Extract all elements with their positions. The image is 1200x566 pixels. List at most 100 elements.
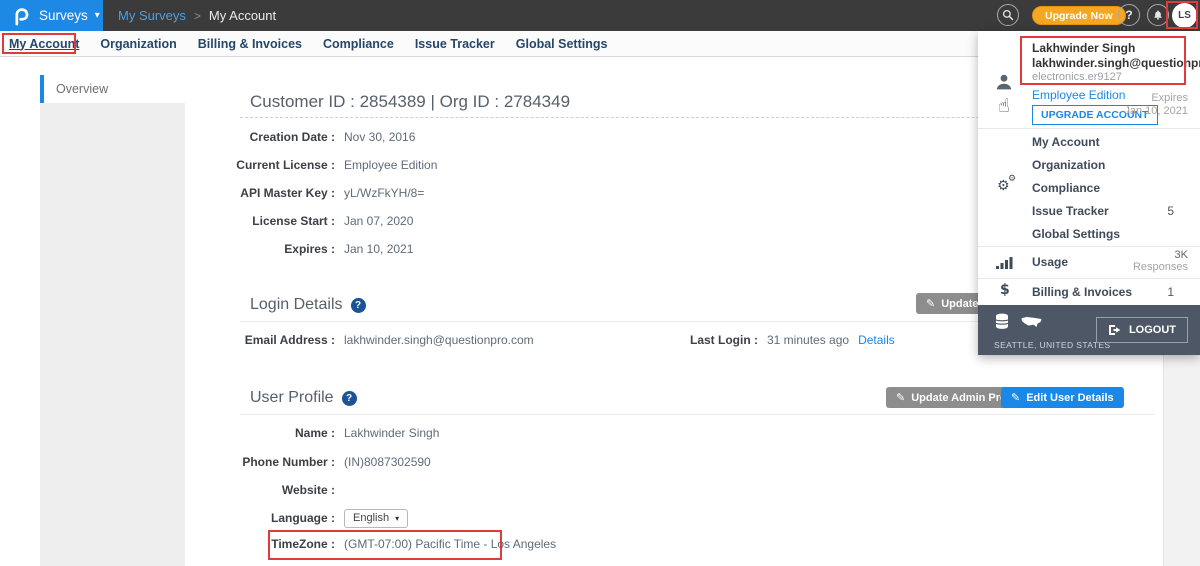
dropdown-item-issue-tracker[interactable]: Issue Tracker 5 <box>978 200 1200 223</box>
logout-icon <box>1108 324 1122 336</box>
chevron-down-icon: ▾ <box>95 10 100 21</box>
field-value: yL/WzFkYH/8= <box>344 186 424 200</box>
dropdown-user-email: lakhwinder.singh@questionpro.com <box>1032 56 1200 70</box>
sidebar-item-overview[interactable]: Overview <box>40 75 185 103</box>
dropdown-item-compliance[interactable]: ⚙ ⚙ Compliance <box>978 177 1200 200</box>
dropdown-item-my-account[interactable]: My Account <box>978 131 1200 154</box>
field-label: API Master Key : <box>185 186 335 200</box>
notifications-button[interactable] <box>1147 4 1169 26</box>
menu-label: Global Settings <box>1032 227 1120 241</box>
nav-tab-organization[interactable]: Organization <box>100 37 176 51</box>
dropdown-divider <box>978 128 1200 129</box>
bar-chart-icon <box>996 255 1014 269</box>
profile-field-row: Name : Lakhwinder Singh <box>185 426 439 440</box>
field-value: Jan 10, 2021 <box>344 242 413 256</box>
field-value: lakhwinder.singh@questionpro.com <box>344 333 534 347</box>
mouse-hand-cursor-icon: ☝ <box>998 95 1010 117</box>
user-avatar[interactable]: LS <box>1172 3 1197 28</box>
breadcrumb-current: My Account <box>209 8 276 23</box>
email-row: Email Address : lakhwinder.singh@questio… <box>185 333 534 347</box>
menu-label: My Account <box>1032 135 1100 149</box>
edit-user-details-button[interactable]: ✎ Edit User Details <box>1001 387 1124 408</box>
edition-link[interactable]: Employee Edition <box>1032 88 1125 102</box>
search-icon <box>1002 9 1014 21</box>
top-bar: Surveys ▾ My Surveys > My Account Upgrad… <box>0 0 1200 31</box>
timezone-row: TimeZone : (GMT-07:00) Pacific Time - Lo… <box>185 537 556 551</box>
database-icon <box>994 313 1010 330</box>
logout-button[interactable]: LOGOUT <box>1096 317 1188 343</box>
language-select[interactable]: English ▾ <box>344 509 408 528</box>
field-label: Creation Date : <box>185 130 335 144</box>
field-value: Employee Edition <box>344 158 437 172</box>
field-value: Jan 07, 2020 <box>344 214 413 228</box>
dropdown-user-name: Lakhwinder Singh <box>1032 41 1135 55</box>
field-label: License Start : <box>185 214 335 228</box>
account-field-row: License Start : Jan 07, 2020 <box>185 214 413 228</box>
menu-label: Organization <box>1032 158 1105 172</box>
billing-count-badge: 1 <box>1167 285 1174 299</box>
field-label: Current License : <box>185 158 335 172</box>
nav-tab-billing-invoices[interactable]: Billing & Invoices <box>198 37 302 51</box>
field-value: Nov 30, 2016 <box>344 130 415 144</box>
product-name: Surveys <box>39 8 88 23</box>
dollar-icon: $ <box>1000 282 1010 298</box>
usage-unit: Responses <box>1133 261 1188 273</box>
usage-label: Usage <box>1032 255 1068 269</box>
menu-label: Compliance <box>1032 181 1100 195</box>
questionpro-logo-icon <box>13 5 30 27</box>
account-field-row: Creation Date : Nov 30, 2016 <box>185 130 415 144</box>
language-row: Language : English ▾ <box>185 508 408 528</box>
nav-tab-global-settings[interactable]: Global Settings <box>516 37 608 51</box>
product-switcher[interactable]: Surveys ▾ <box>0 0 103 31</box>
edit-icon: ✎ <box>1011 391 1020 404</box>
dropdown-item-global-settings[interactable]: Global Settings <box>978 223 1200 246</box>
user-icon <box>995 73 1013 91</box>
nav-tab-compliance[interactable]: Compliance <box>323 37 394 51</box>
field-label: Phone Number : <box>185 455 335 469</box>
edit-icon: ✎ <box>896 391 905 404</box>
issue-count-badge: 5 <box>1167 204 1174 218</box>
search-button[interactable] <box>997 4 1019 26</box>
language-value: English <box>353 512 389 524</box>
breadcrumb-parent[interactable]: My Surveys <box>118 8 186 23</box>
question-circle-icon[interactable]: ? <box>351 298 366 313</box>
account-field-row: Expires : Jan 10, 2021 <box>185 242 413 256</box>
expires-block: Expires Jan 10, 2021 <box>1124 92 1188 118</box>
chevron-down-icon: ▾ <box>395 514 399 523</box>
nav-tab-my-account[interactable]: My Account <box>9 37 79 51</box>
dropdown-item-usage[interactable]: Usage 3K Responses <box>978 246 1200 278</box>
dropdown-item-billing[interactable]: $ Billing & Invoices 1 <box>978 278 1200 305</box>
help-button[interactable]: ? <box>1118 4 1140 26</box>
profile-field-row: Website : <box>185 483 344 497</box>
user-profile-heading: User Profile ? <box>250 389 357 407</box>
gears-icon: ⚙ <box>1008 174 1016 184</box>
field-label: Email Address : <box>185 333 335 347</box>
bell-icon <box>1152 9 1164 21</box>
field-value: (IN)8087302590 <box>344 455 431 469</box>
field-label: TimeZone : <box>185 537 335 551</box>
button-label: Edit User Details <box>1026 392 1113 404</box>
field-label: Website : <box>185 483 335 497</box>
dropdown-username: electronics.er9127 <box>1032 71 1122 83</box>
account-field-row: Current License : Employee Edition <box>185 158 437 172</box>
field-value: (GMT-07:00) Pacific Time - Los Angeles <box>344 537 556 551</box>
expires-date: Jan 10, 2021 <box>1124 105 1188 118</box>
expires-label: Expires <box>1124 92 1188 105</box>
menu-label: Issue Tracker <box>1032 204 1109 218</box>
last-login-row: Last Login : 31 minutes ago Details <box>690 333 895 347</box>
field-label: Language : <box>185 511 335 525</box>
edit-icon: ✎ <box>926 297 935 310</box>
breadcrumb: My Surveys > My Account <box>118 0 276 31</box>
last-login-details-link[interactable]: Details <box>858 333 895 347</box>
section-title: User Profile <box>250 389 334 407</box>
section-divider <box>240 414 1155 415</box>
nav-tab-issue-tracker[interactable]: Issue Tracker <box>415 37 495 51</box>
login-details-heading: Login Details ? <box>250 296 366 314</box>
usa-map-icon <box>1020 315 1043 329</box>
question-circle-icon[interactable]: ? <box>342 391 357 406</box>
sidebar-panel <box>40 103 185 566</box>
upgrade-now-button[interactable]: Upgrade Now <box>1032 6 1126 25</box>
user-dropdown-panel: Lakhwinder Singh lakhwinder.singh@questi… <box>978 31 1200 355</box>
account-field-row: API Master Key : yL/WzFkYH/8= <box>185 186 424 200</box>
profile-field-row: Phone Number : (IN)8087302590 <box>185 455 431 469</box>
